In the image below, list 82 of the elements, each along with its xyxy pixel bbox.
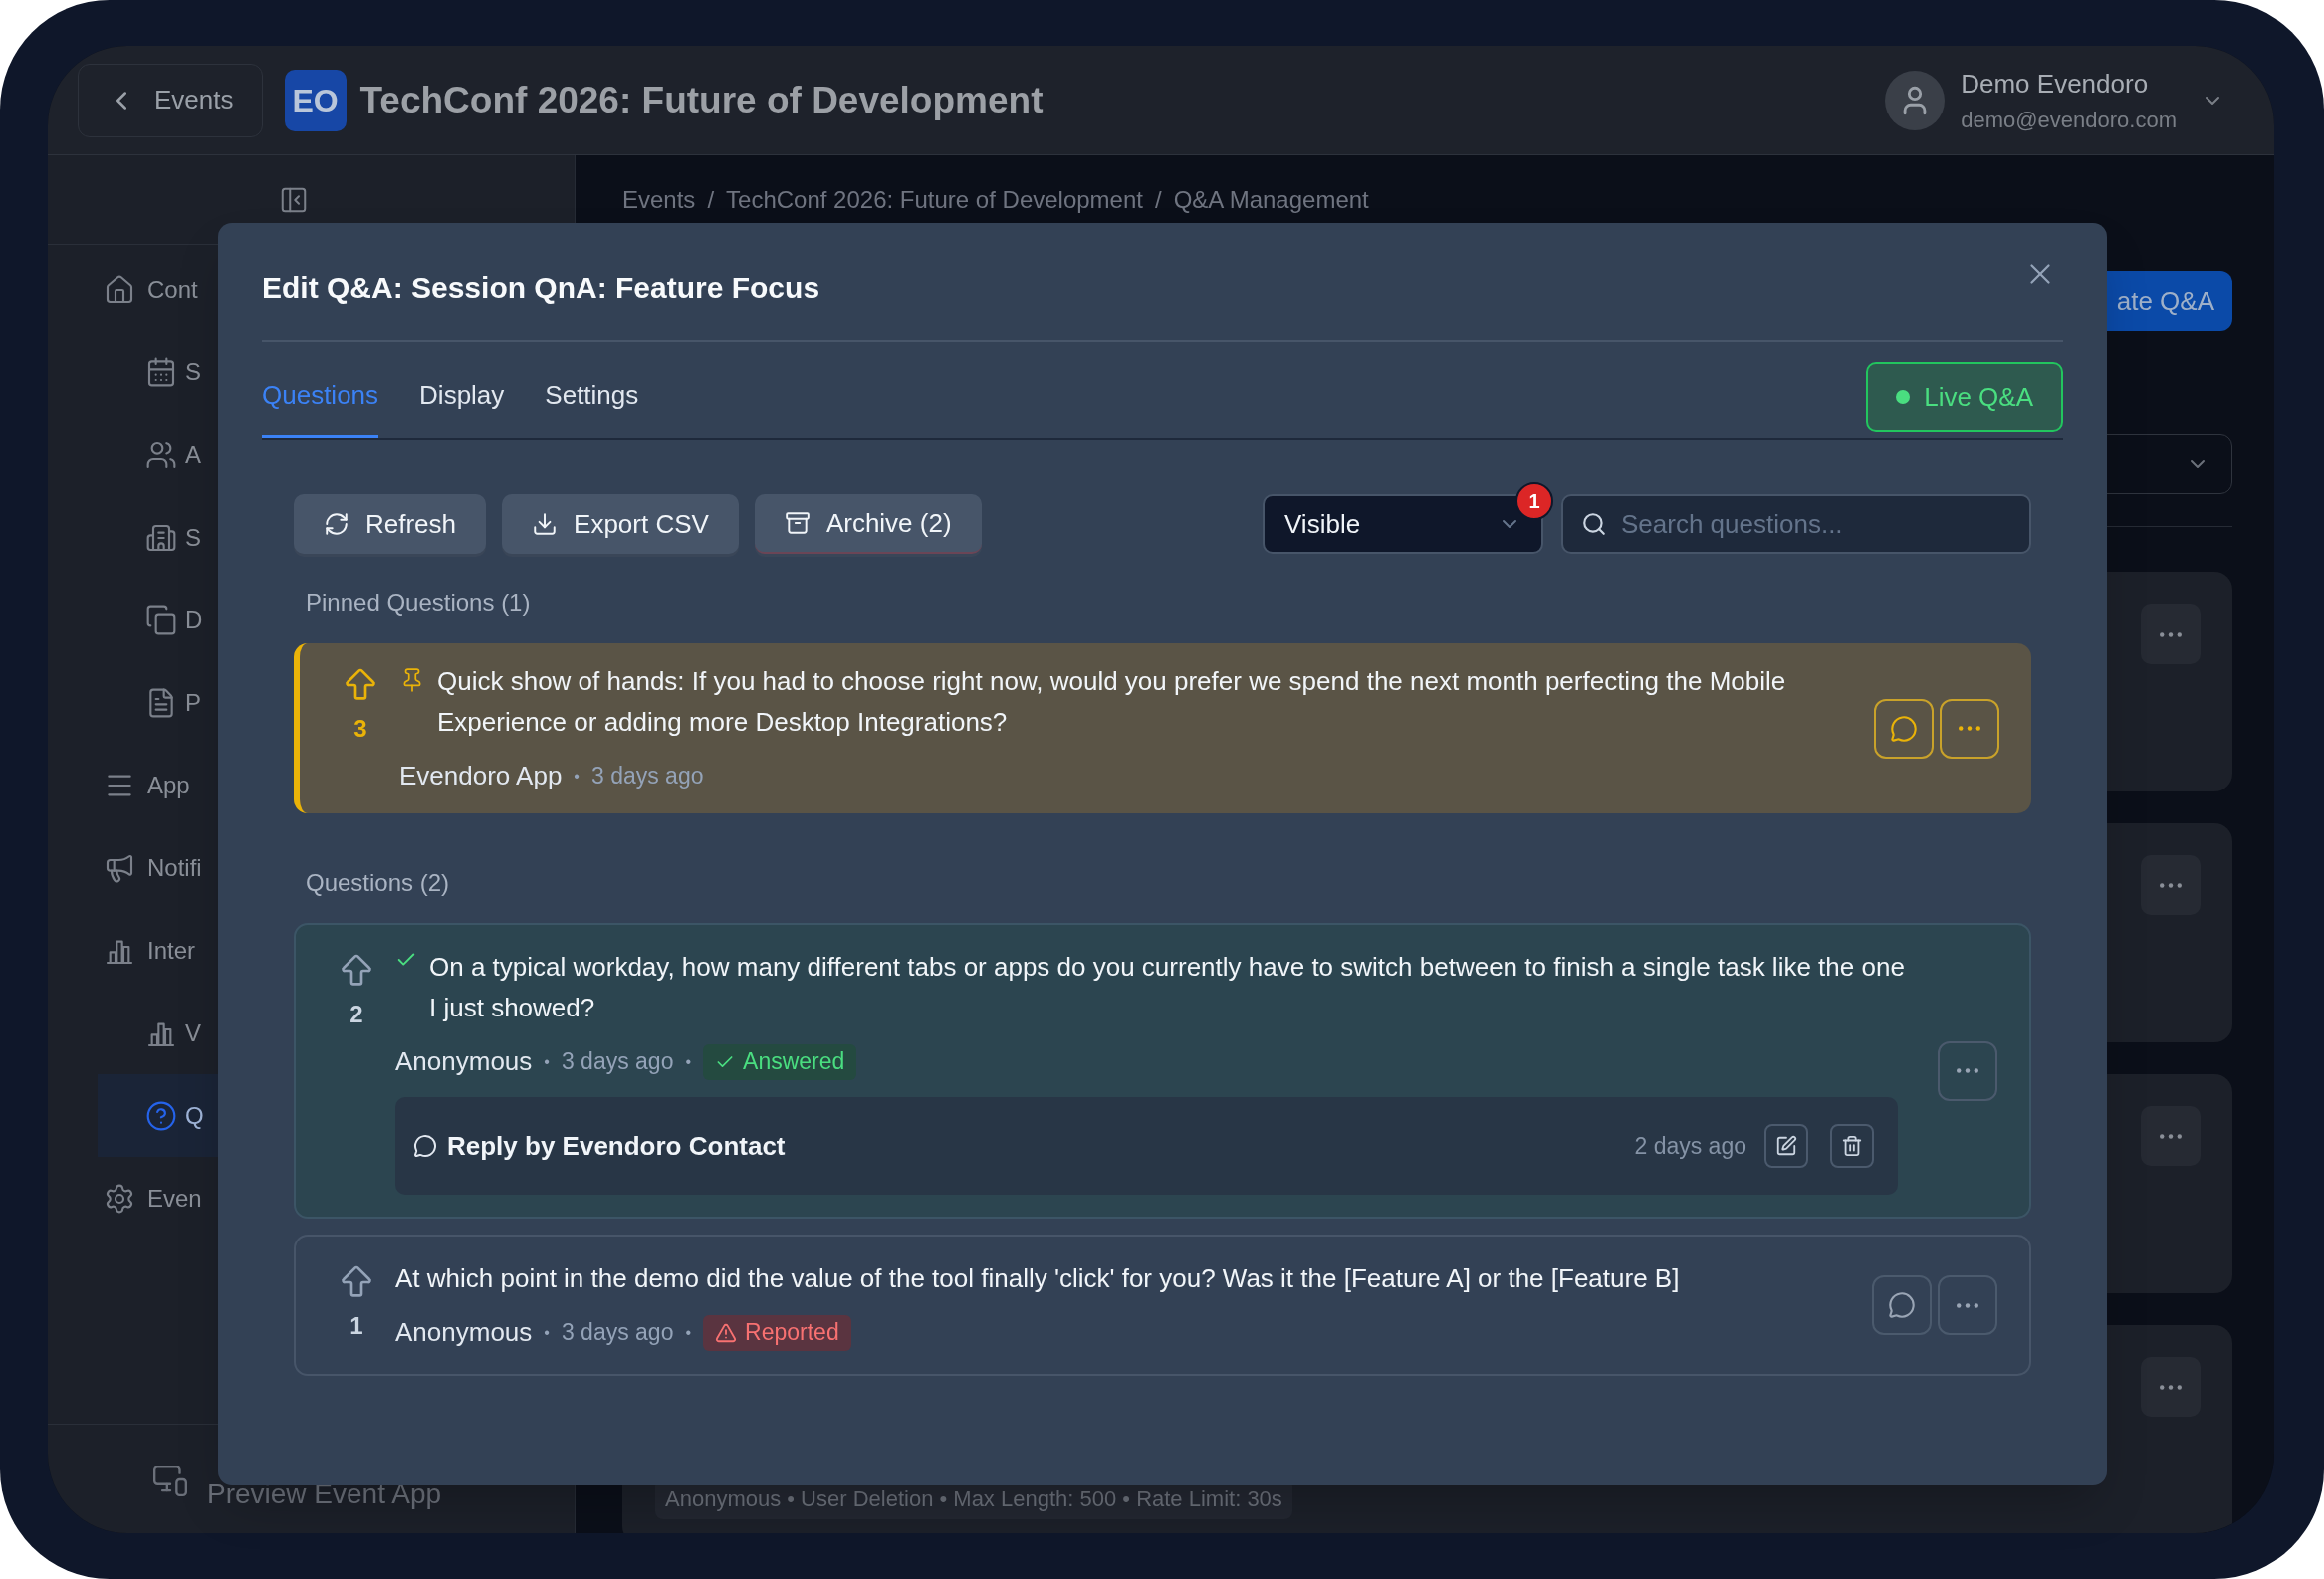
question-author: Anonymous (395, 1316, 533, 1349)
help-icon (145, 1099, 177, 1132)
sidebar-item[interactable]: Even (147, 1180, 202, 1217)
breadcrumb-item[interactable]: Events (622, 182, 696, 218)
question-time: 3 days ago (561, 1047, 674, 1077)
user-email: demo@evendoro.com (1961, 106, 2177, 134)
event-logo: EO (284, 69, 347, 131)
question-author: Anonymous (395, 1045, 533, 1078)
more-icon (2160, 1133, 2182, 1139)
sidebar-item[interactable]: App (147, 767, 190, 803)
meta-separator: • (544, 1051, 550, 1072)
sidebar-item[interactable]: Notifi (147, 849, 202, 886)
speech-bubble-icon (1888, 1291, 1916, 1319)
tab[interactable]: Settings (545, 342, 639, 438)
sidebar-item[interactable]: A (185, 436, 201, 473)
question-time: 3 days ago (590, 762, 704, 791)
notification-badge: 1 (1515, 482, 1553, 520)
tab[interactable]: Display (419, 342, 505, 438)
more-icon (2160, 1384, 2182, 1390)
speech-bubble-icon (413, 1134, 437, 1158)
edit-icon (1775, 1135, 1797, 1157)
meta-separator: • (574, 766, 580, 787)
dialog-title: Edit Q&A: Session QnA: Feature Focus (262, 270, 820, 306)
archive-icon (784, 510, 811, 536)
reply-button[interactable] (1872, 1275, 1932, 1335)
question-text: On a typical workday, how many different tabs or apps do you currently have to switch between to finish a single task like the one I just showed? (429, 951, 1906, 1024)
reported-badge: Reported (703, 1314, 851, 1351)
trash-icon (1841, 1135, 1863, 1157)
toolbar-button[interactable]: Export CSV (502, 494, 739, 554)
tab[interactable]: Questions (262, 342, 379, 438)
reply-button[interactable] (1874, 698, 1934, 759)
reply-title: Reply by Evendoro Contact (447, 1129, 787, 1163)
search-icon (1581, 511, 1607, 537)
sidebar-item[interactable]: Inter (147, 932, 196, 969)
meta-separator: • (544, 1322, 550, 1343)
more-icon (2160, 882, 2182, 888)
breadcrumb-separator: / (1154, 185, 1162, 215)
sidebar-item[interactable]: P (185, 684, 201, 721)
sidebar-item[interactable]: D (185, 601, 203, 638)
answered-badge: Answered (703, 1043, 857, 1080)
question-text: Quick show of hands: If you had to choose right now, would you prefer we spend the next month perfecting the Mobile Experience or adding more Desktop Integrations? (437, 665, 1787, 739)
toolbar-button[interactable]: Archive (2) (754, 494, 982, 554)
section-heading: Pinned Questions (1) (306, 588, 532, 618)
live-qa-button[interactable]: Live Q&A (1866, 362, 2063, 432)
vote-count: 1 (349, 1311, 363, 1341)
delete-button[interactable] (1830, 1124, 1874, 1168)
breadcrumb-item[interactable]: TechConf 2026: Future of Development (726, 182, 1143, 218)
toolbar-button[interactable]: Refresh (294, 494, 487, 554)
speech-bubble-icon (1890, 714, 1918, 743)
event-title: TechConf 2026: Future of Development (359, 78, 1044, 122)
breadcrumb-separator: / (707, 185, 715, 215)
search-field[interactable]: Search questions... (1561, 494, 2031, 554)
more-icon (2160, 631, 2182, 637)
question-time: 3 days ago (561, 1318, 674, 1348)
sidebar-item[interactable]: Cont (147, 271, 198, 308)
calendar-icon (145, 355, 177, 388)
sidebar-item[interactable]: S (185, 353, 201, 390)
more-icon (1957, 1302, 1978, 1308)
home-icon (104, 273, 135, 306)
copy-icon (145, 603, 177, 636)
user-name: Demo Evendoro (1961, 67, 2150, 101)
back-button[interactable]: Events (78, 63, 263, 137)
edit-button[interactable] (1764, 1124, 1808, 1168)
download-icon (532, 511, 559, 537)
meta-separator: • (685, 1322, 692, 1343)
refresh-icon (324, 511, 349, 537)
sidebar-item[interactable]: Q (185, 1097, 204, 1134)
warning-icon (715, 1321, 738, 1344)
meta-separator: • (685, 1051, 692, 1072)
question-author: Evendoro App (399, 760, 563, 792)
more-icon (1957, 1068, 1978, 1073)
question-text: At which point in the demo did the value of the tool finally 'click' for you? Was it the [Feature A] or the [Feature B] (395, 1262, 1681, 1295)
more-button[interactable] (1940, 698, 1999, 759)
settings-icon (104, 1182, 135, 1215)
reply-time: 2 days ago (1634, 1131, 1746, 1161)
breadcrumb-item[interactable]: Q&A Management (1173, 182, 1369, 218)
vote-count: 3 (353, 714, 367, 744)
more-icon (1959, 726, 1980, 731)
sidebar-item[interactable]: V (185, 1015, 201, 1051)
vote-count: 2 (349, 1000, 363, 1029)
sidebar-item[interactable]: S (185, 519, 201, 556)
section-heading: Questions (2) (306, 868, 451, 898)
